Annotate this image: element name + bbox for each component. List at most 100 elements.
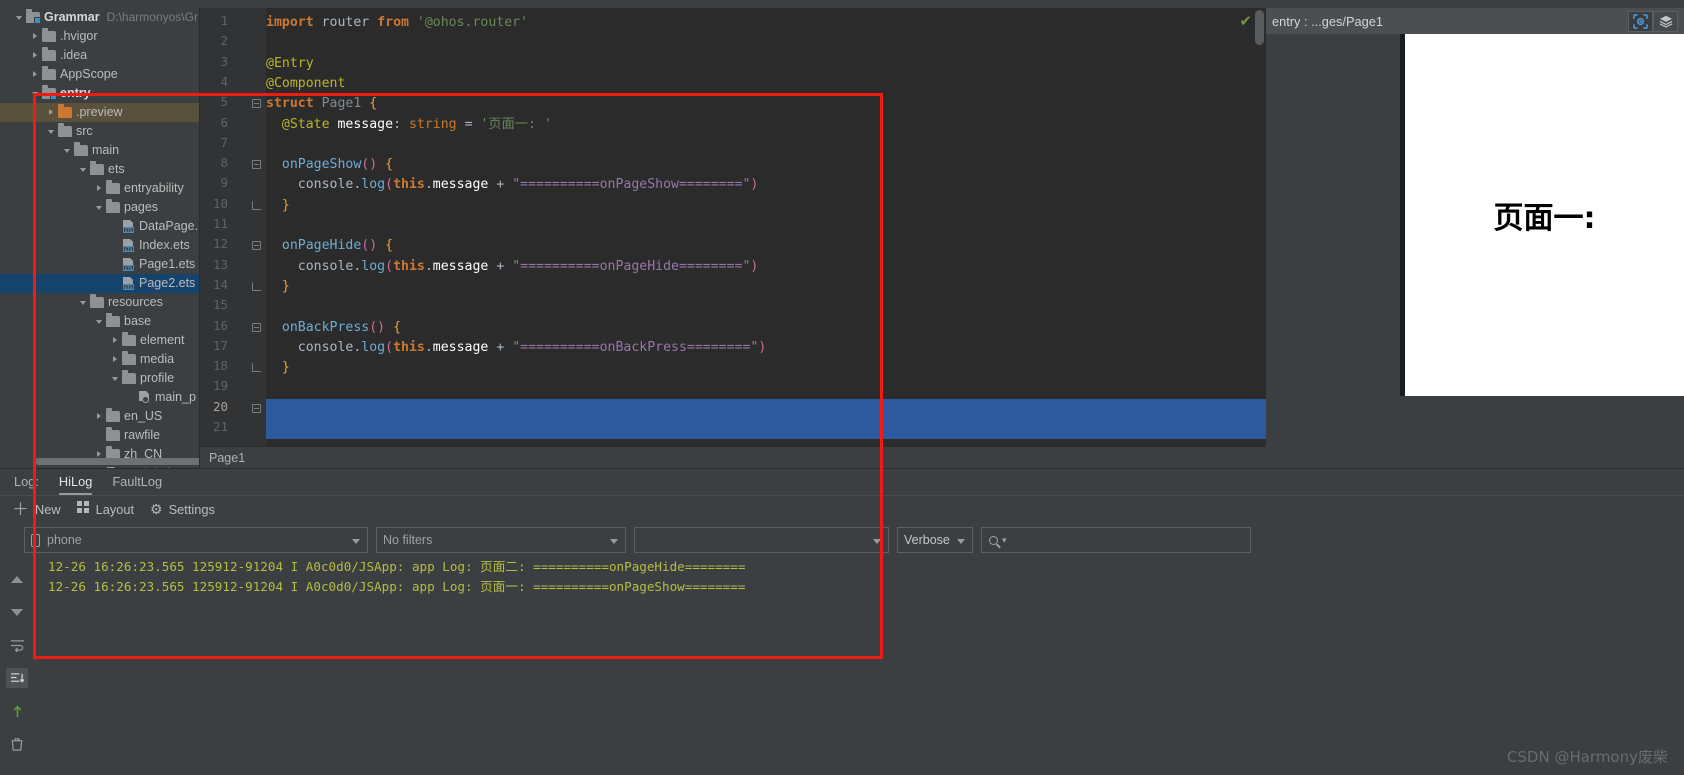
chevron-right-icon[interactable] <box>30 50 42 62</box>
tree-item-profile[interactable]: profile <box>0 369 199 388</box>
log-action-settings[interactable]: ⚙ Settings <box>150 502 215 517</box>
chevron-down-icon[interactable] <box>46 126 58 138</box>
code-line-17[interactable]: console.log(this.message + "==========on… <box>266 338 767 358</box>
code-fold-toggle[interactable] <box>252 160 261 170</box>
tree-item-element[interactable]: element <box>0 331 199 350</box>
tree-item-enus[interactable]: en_US <box>0 407 199 426</box>
code-line-1[interactable]: import router from '@ohos.router' <box>266 13 528 33</box>
code-fold-toggle[interactable] <box>252 363 261 373</box>
device-select[interactable]: phone <box>24 527 368 553</box>
tree-item-rawfile[interactable]: rawfile <box>0 426 199 445</box>
restore-button[interactable] <box>6 701 28 721</box>
chevron-down-icon[interactable] <box>78 297 90 309</box>
log-side-toolbar[interactable] <box>0 557 34 775</box>
editor-scrollbar[interactable] <box>1255 10 1264 45</box>
code-fold-toggle[interactable] <box>252 200 261 210</box>
chevron-right-icon[interactable] <box>94 183 106 195</box>
chevron-down-icon[interactable] <box>14 12 26 24</box>
clear-button[interactable] <box>6 734 28 754</box>
tree-item-entryability[interactable]: entryability <box>0 179 199 198</box>
code-line-8[interactable]: onPageShow() { <box>266 155 393 175</box>
chevron-right-icon[interactable] <box>110 354 122 366</box>
chevron-down-icon[interactable] <box>94 202 106 214</box>
tree-item-datapage[interactable]: ETS DataPage. <box>0 217 199 236</box>
chevron-down-icon[interactable] <box>110 373 122 385</box>
code-line-14[interactable]: } <box>266 277 290 297</box>
code-fold-toggle[interactable] <box>252 281 261 291</box>
code-line-16[interactable]: onBackPress() { <box>266 318 401 338</box>
tree-item-pages[interactable]: pages <box>0 198 199 217</box>
tree-item-appscope[interactable]: AppScope <box>0 65 199 84</box>
tree-item-base[interactable]: base <box>0 312 199 331</box>
log-actions-bar[interactable]: ＋ New Layout ⚙ Settings <box>0 496 1684 522</box>
previewer-toolbar[interactable]: entry : ...ges/Page1 <box>1266 8 1684 34</box>
code-line-9[interactable]: console.log(this.message + "==========on… <box>266 175 759 195</box>
tree-item-src[interactable]: src <box>0 122 199 141</box>
scroll-up-button[interactable] <box>6 569 28 589</box>
chevron-right-icon[interactable] <box>30 69 42 81</box>
tree-horizontal-scrollbar[interactable] <box>35 458 199 465</box>
tree-item-page2ets[interactable]: ETS Page2.ets <box>0 274 199 293</box>
code-line-13[interactable]: console.log(this.message + "==========on… <box>266 257 759 277</box>
tree-item-media[interactable]: media <box>0 350 199 369</box>
code-line-12[interactable]: onPageHide() { <box>266 236 393 256</box>
tree-item-mainp[interactable]: main_p <box>0 388 199 407</box>
chevron-right-icon[interactable] <box>110 335 122 347</box>
tree-item-idea[interactable]: .idea <box>0 46 199 65</box>
tree-row-root[interactable]: Grammar D:\harmonyos\Gr <box>0 8 199 27</box>
chevron-right-icon[interactable] <box>46 107 58 119</box>
log-tab-log[interactable]: Log: <box>14 469 39 495</box>
tree-item-ets[interactable]: ets <box>0 160 199 179</box>
log-tab-faultlog[interactable]: FaultLog <box>112 469 162 495</box>
tree-item-list[interactable]: .hvigor .idea AppScope entry .preview src main… <box>0 27 199 468</box>
code-line-3[interactable]: @Entry <box>266 54 314 74</box>
tree-item-entry[interactable]: entry <box>0 84 199 103</box>
log-panel[interactable]: Log: HiLog FaultLog ＋ New Layout ⚙ Settings ph… <box>0 468 1684 775</box>
code-line-18[interactable]: } <box>266 358 290 378</box>
log-action-layout[interactable]: Layout <box>76 501 134 517</box>
layers-icon[interactable] <box>1653 10 1678 32</box>
scroll-to-end-button[interactable] <box>6 668 28 688</box>
tree-item-main[interactable]: main <box>0 141 199 160</box>
log-tab-hilog[interactable]: HiLog <box>58 469 93 495</box>
soft-wrap-button[interactable] <box>6 635 28 655</box>
previewer-panel[interactable]: Previewer entry : ...ges/Page1 页面一: <box>1266 0 1684 468</box>
code-line-4[interactable]: @Component <box>266 74 345 94</box>
code-fold-toggle[interactable] <box>252 322 261 332</box>
log-search-input[interactable]: ▾ <box>981 527 1251 553</box>
code-line-10[interactable]: } <box>266 196 290 216</box>
log-line[interactable]: 12-26 16:26:23.565 125912-91204 I A0c0d0… <box>34 557 1684 577</box>
log-output[interactable]: 12-26 16:26:23.565 125912-91204 I A0c0d0… <box>34 557 1684 775</box>
device-preview[interactable]: 页面一: <box>1400 34 1684 396</box>
code-fold-toggle[interactable] <box>252 241 261 251</box>
chevron-down-icon[interactable] <box>30 88 42 100</box>
code-content[interactable]: import router from '@ohos.router' @Entry @… <box>266 8 1252 448</box>
project-tree-panel[interactable]: Grammar D:\harmonyos\Gr .hvigor .idea AppS… <box>0 0 200 468</box>
log-line[interactable]: 12-26 16:26:23.565 125912-91204 I A0c0d0… <box>34 577 1684 597</box>
inspector-icon[interactable] <box>1628 10 1653 32</box>
inspections-ok-icon[interactable]: ✔ <box>1239 12 1252 30</box>
chevron-down-icon[interactable] <box>62 145 74 157</box>
code-line-5[interactable]: struct Page1 { <box>266 94 377 114</box>
code-editor[interactable]: EntryAbility.tsIndex.etsDataPage.etsPage… <box>200 0 1266 468</box>
code-line-6[interactable]: @State message: string = '页面一: ' <box>266 115 552 135</box>
chevron-right-icon[interactable] <box>94 411 106 423</box>
tree-item-page1ets[interactable]: ETS Page1.ets <box>0 255 199 274</box>
code-fold-toggle[interactable] <box>252 99 261 109</box>
chevron-right-icon[interactable] <box>30 31 42 43</box>
tree-item-hvigor[interactable]: .hvigor <box>0 27 199 46</box>
log-action-new[interactable]: ＋ New <box>12 501 61 518</box>
process-select[interactable] <box>634 527 889 553</box>
code-fold-toggle[interactable] <box>252 403 261 413</box>
filter-select-value: No filters <box>383 533 433 547</box>
chevron-down-icon[interactable] <box>78 164 90 176</box>
log-level-select[interactable]: Verbose <box>897 527 973 553</box>
chevron-down-icon[interactable] <box>94 316 106 328</box>
filter-select[interactable]: No filters <box>376 527 626 553</box>
log-filter-bar[interactable]: phone No filters Verbose ▾ <box>24 526 1674 554</box>
tree-item-resources[interactable]: resources <box>0 293 199 312</box>
tree-item-preview[interactable]: .preview <box>0 103 199 122</box>
scroll-down-button[interactable] <box>6 602 28 622</box>
log-tab-bar[interactable]: Log: HiLog FaultLog <box>0 469 1684 495</box>
tree-item-indexets[interactable]: ETS Index.ets <box>0 236 199 255</box>
